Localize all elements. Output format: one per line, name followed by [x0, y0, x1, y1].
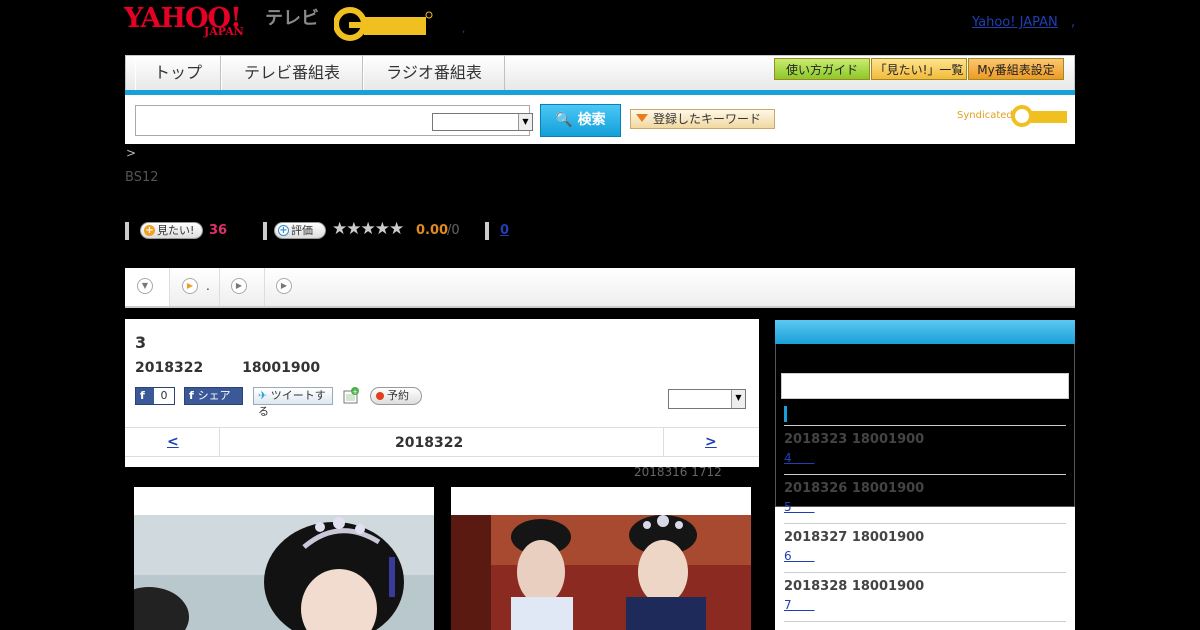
search-button[interactable]: 🔍 検索 [540, 104, 621, 137]
list-item: 2018323 18001900 4 [784, 425, 1066, 474]
syndicated-label: Syndicated [957, 110, 1013, 121]
main-nav: トップ テレビ番組表 ラジオ番組表 使い方ガイド 「見たい!」一覧 My番組表設… [125, 55, 1075, 91]
facebook-like-button[interactable]: f 0 [135, 387, 175, 405]
episode-link[interactable]: 7 [784, 598, 815, 612]
facebook-like-count: 0 [154, 388, 174, 404]
search-field-frame: ▼ [415, 105, 533, 136]
reserve-button[interactable]: 予約 [370, 387, 422, 405]
episode-link[interactable]: 4 [784, 451, 815, 465]
facebook-icon: f [189, 389, 198, 402]
tab-top[interactable]: トップ [135, 56, 221, 90]
gguide-logo[interactable] [333, 7, 434, 41]
plus-icon: + [278, 225, 289, 236]
program-subtabs: ▼ ▶ . ▶ ▶ [125, 268, 1075, 308]
prev-date-link[interactable]: < [167, 433, 179, 451]
subtab-2[interactable]: ▶ . [170, 268, 220, 306]
saved-keywords-button[interactable]: 登録したキーワード [630, 109, 775, 129]
sidebar-section-bar [784, 406, 787, 422]
plus-icon: + [144, 225, 155, 236]
broadcast-date: 2018326 18001900 [784, 481, 925, 496]
divider-bar [485, 222, 489, 240]
divider-bar [125, 222, 129, 240]
date-nav-divider [219, 428, 220, 456]
yahoo-japan-logo[interactable]: YAHOO! JAPAN [124, 5, 262, 41]
reserve-label: 予約 [387, 389, 409, 402]
rating-stars: ★★★★★ [332, 219, 404, 239]
sidebar-header [775, 320, 1075, 344]
episode-photo-2[interactable] [451, 487, 751, 630]
search-bar: ▼ 🔍 検索 登録したキーワード Syndicated [125, 95, 1075, 144]
rating-count: /0 [447, 223, 460, 238]
subtab-3[interactable]: ▶ [220, 268, 265, 306]
list-item: 2018327 18001900 6 [784, 523, 1066, 572]
want-count: 36 [209, 223, 228, 238]
episode-link[interactable]: 6 [784, 549, 815, 563]
updated-timestamp: 2018316 1712 [634, 465, 722, 479]
date-navigation: < 2018322 > [125, 427, 759, 457]
list-item: 2018326 18001900 5 [784, 474, 1066, 523]
want-button-label: 見たい! [157, 224, 195, 237]
episode-air-time: 2018322 18001900 [135, 360, 321, 376]
record-icon [376, 392, 384, 400]
want-list-button[interactable]: 「見たい!」一覧 [871, 58, 967, 80]
play-icon: ▶ [276, 278, 292, 294]
subtab-2-label: . [206, 279, 210, 293]
play-icon: ▶ [182, 278, 198, 294]
tv-label[interactable]: テレビ [265, 8, 319, 30]
rating-score: 0.00 [416, 223, 449, 238]
date-nav-divider [663, 428, 664, 456]
search-genre-select[interactable]: ▼ [432, 113, 533, 131]
breadcrumb[interactable]: > [126, 146, 136, 160]
list-divider [784, 621, 1066, 630]
search-input[interactable] [135, 105, 425, 136]
broadcast-date: 2018327 18001900 [784, 530, 925, 545]
usage-guide-button[interactable]: 使い方ガイド [774, 58, 870, 80]
facebook-share-button[interactable]: f シェア [184, 387, 243, 405]
rate-button[interactable]: + 評価 [274, 222, 326, 239]
sidebar-input[interactable] [781, 373, 1069, 399]
triangle-down-icon [636, 114, 648, 122]
twitter-bird-icon: ✈ [258, 389, 268, 402]
header-dot-mid: , [462, 24, 466, 35]
episode-panel: 3 2018322 18001900 f 0 f シェア ✈ ツイートする + … [125, 319, 759, 467]
subtab-4[interactable]: ▶ [265, 268, 310, 306]
episode-select[interactable]: ▼ [668, 389, 746, 409]
facebook-icon: f [140, 389, 145, 402]
review-count-link[interactable]: 0 [500, 223, 509, 239]
rate-button-label: 評価 [291, 224, 313, 237]
subtab-detail[interactable]: ▼ [125, 268, 170, 306]
next-date-link[interactable]: > [705, 433, 717, 451]
episode-link[interactable]: 5 [784, 500, 815, 514]
header-dot: , [1071, 15, 1076, 30]
broadcast-date: 2018323 18001900 [784, 432, 925, 447]
chevron-down-icon: ▼ [731, 390, 745, 408]
yahoo-logo-sub: JAPAN [204, 25, 244, 38]
tab-radio-guide[interactable]: ラジオ番組表 [363, 56, 505, 90]
gguide-small-logo [1011, 105, 1067, 127]
my-guide-settings-button[interactable]: My番組表設定 [968, 58, 1064, 80]
facebook-share-label: シェア [197, 389, 231, 402]
search-icon: 🔍 [555, 112, 573, 128]
episode-photo-1[interactable] [134, 487, 434, 630]
chevron-down-icon: ▼ [518, 114, 532, 130]
broadcast-date: 2018328 18001900 [784, 579, 925, 594]
channel-name: BS12 [125, 170, 159, 185]
chevron-down-icon: ▼ [137, 278, 153, 294]
tweet-button[interactable]: ✈ ツイートする [253, 387, 333, 418]
yahoo-japan-link[interactable]: Yahoo! JAPAN [972, 15, 1058, 30]
tab-tv-guide[interactable]: テレビ番組表 [221, 56, 363, 90]
list-item: 2018328 18001900 7 [784, 572, 1066, 621]
want-button[interactable]: + 見たい! [140, 222, 203, 239]
divider-bar [263, 222, 267, 240]
current-date: 2018322 [395, 435, 464, 451]
tweet-label: ツイートする [258, 389, 326, 418]
episode-title: 3 [135, 333, 147, 352]
svg-text:+: + [352, 388, 358, 396]
calendar-add-icon[interactable]: + [343, 386, 359, 404]
play-icon: ▶ [231, 278, 247, 294]
saved-keywords-label: 登録したキーワード [653, 112, 762, 126]
search-button-label: 検索 [577, 112, 606, 128]
